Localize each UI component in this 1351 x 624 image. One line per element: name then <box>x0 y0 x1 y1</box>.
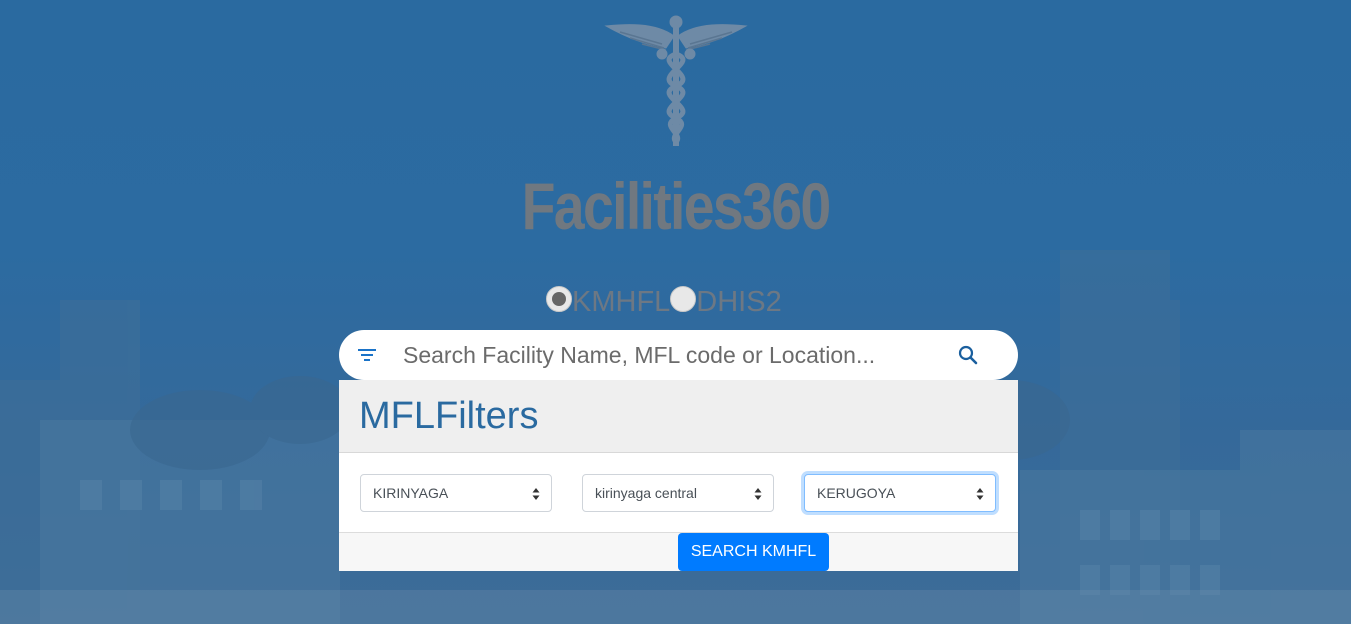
subcounty-select-value: kirinyaga central <box>595 485 697 501</box>
filter-icon[interactable] <box>357 346 377 364</box>
radio-kmhfl[interactable] <box>546 286 572 312</box>
select-arrows-icon <box>754 488 762 500</box>
panel-footer: SEARCH KMHFL <box>339 533 1018 571</box>
search-kmhfl-button[interactable]: SEARCH KMHFL <box>678 533 829 571</box>
county-select[interactable]: KIRINYAGA <box>360 474 552 512</box>
filters-row: KIRINYAGA kirinyaga central KERUGOYA <box>339 453 1018 533</box>
source-radio-group: KMHFL DHIS2 <box>546 284 782 320</box>
search-bar <box>339 330 1018 380</box>
radio-dhis2[interactable] <box>670 286 697 312</box>
search-icon[interactable] <box>957 344 979 366</box>
search-input[interactable] <box>401 338 945 372</box>
app-brand-title: Facilities360 <box>521 169 832 243</box>
county-select-value: KIRINYAGA <box>373 485 449 501</box>
select-arrows-icon <box>532 488 540 500</box>
subcounty-select[interactable]: kirinyaga central <box>582 474 774 512</box>
radio-label-kmhfl: KMHFL <box>572 286 671 318</box>
ward-select[interactable]: KERUGOYA <box>804 474 996 512</box>
mfl-filters-panel: MFLFilters KIRINYAGA kirinyaga central K… <box>339 380 1018 571</box>
panel-header: MFLFilters <box>339 380 1018 453</box>
panel-title: MFLFilters <box>359 395 539 437</box>
ward-select-value: KERUGOYA <box>817 485 896 501</box>
select-arrows-icon <box>976 488 984 500</box>
caduceus-icon <box>604 15 748 146</box>
radio-label-dhis2: DHIS2 <box>696 286 782 318</box>
radio-selected-dot <box>552 292 566 306</box>
